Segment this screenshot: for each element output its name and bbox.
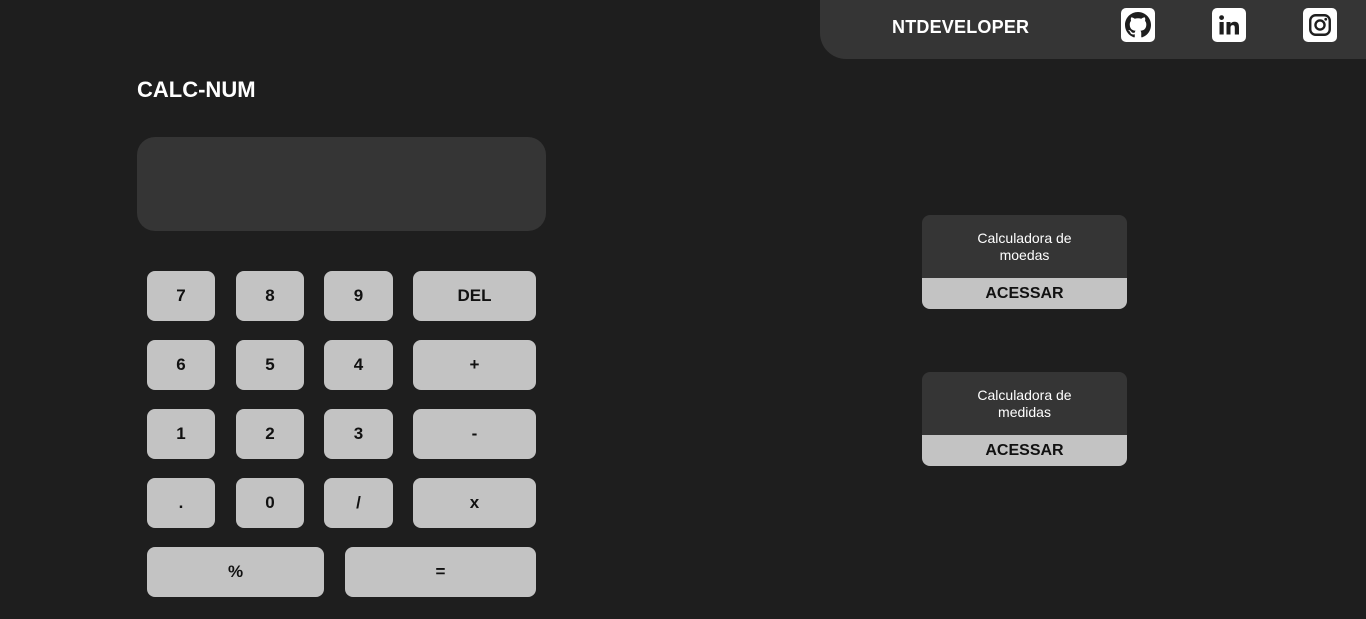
top-bar: NTDEVELOPER — [820, 0, 1366, 59]
calculator-display — [137, 137, 546, 231]
key-5[interactable]: 5 — [236, 340, 304, 390]
instagram-link[interactable] — [1303, 8, 1337, 42]
decimal-point-button[interactable]: . — [147, 478, 215, 528]
github-icon — [1125, 12, 1151, 38]
measures-calculator-card: Calculadora de medidas ACESSAR — [922, 372, 1127, 466]
calculator-title: CALC-NUM — [137, 77, 256, 102]
key-3[interactable]: 3 — [324, 409, 393, 459]
percent-button[interactable]: % — [147, 547, 324, 597]
key-4[interactable]: 4 — [324, 340, 393, 390]
brand-name: NTDEVELOPER — [892, 17, 1030, 37]
access-currency-button[interactable]: ACESSAR — [922, 278, 1127, 309]
plus-button[interactable]: + — [413, 340, 536, 390]
access-measures-button[interactable]: ACESSAR — [922, 435, 1127, 466]
card-title: Calculadora de moedas — [922, 215, 1127, 278]
key-6[interactable]: 6 — [147, 340, 215, 390]
delete-button[interactable]: DEL — [413, 271, 536, 321]
equals-button[interactable]: = — [345, 547, 536, 597]
minus-button[interactable]: - — [413, 409, 536, 459]
card-title: Calculadora de medidas — [922, 372, 1127, 435]
linkedin-icon — [1219, 15, 1239, 35]
instagram-icon — [1309, 14, 1331, 36]
key-2[interactable]: 2 — [236, 409, 304, 459]
github-link[interactable] — [1121, 8, 1155, 42]
key-1[interactable]: 1 — [147, 409, 215, 459]
currency-calculator-card: Calculadora de moedas ACESSAR — [922, 215, 1127, 309]
key-9[interactable]: 9 — [324, 271, 393, 321]
key-8[interactable]: 8 — [236, 271, 304, 321]
key-0[interactable]: 0 — [236, 478, 304, 528]
linkedin-link[interactable] — [1212, 8, 1246, 42]
multiply-button[interactable]: x — [413, 478, 536, 528]
key-7[interactable]: 7 — [147, 271, 215, 321]
divide-button[interactable]: / — [324, 478, 393, 528]
